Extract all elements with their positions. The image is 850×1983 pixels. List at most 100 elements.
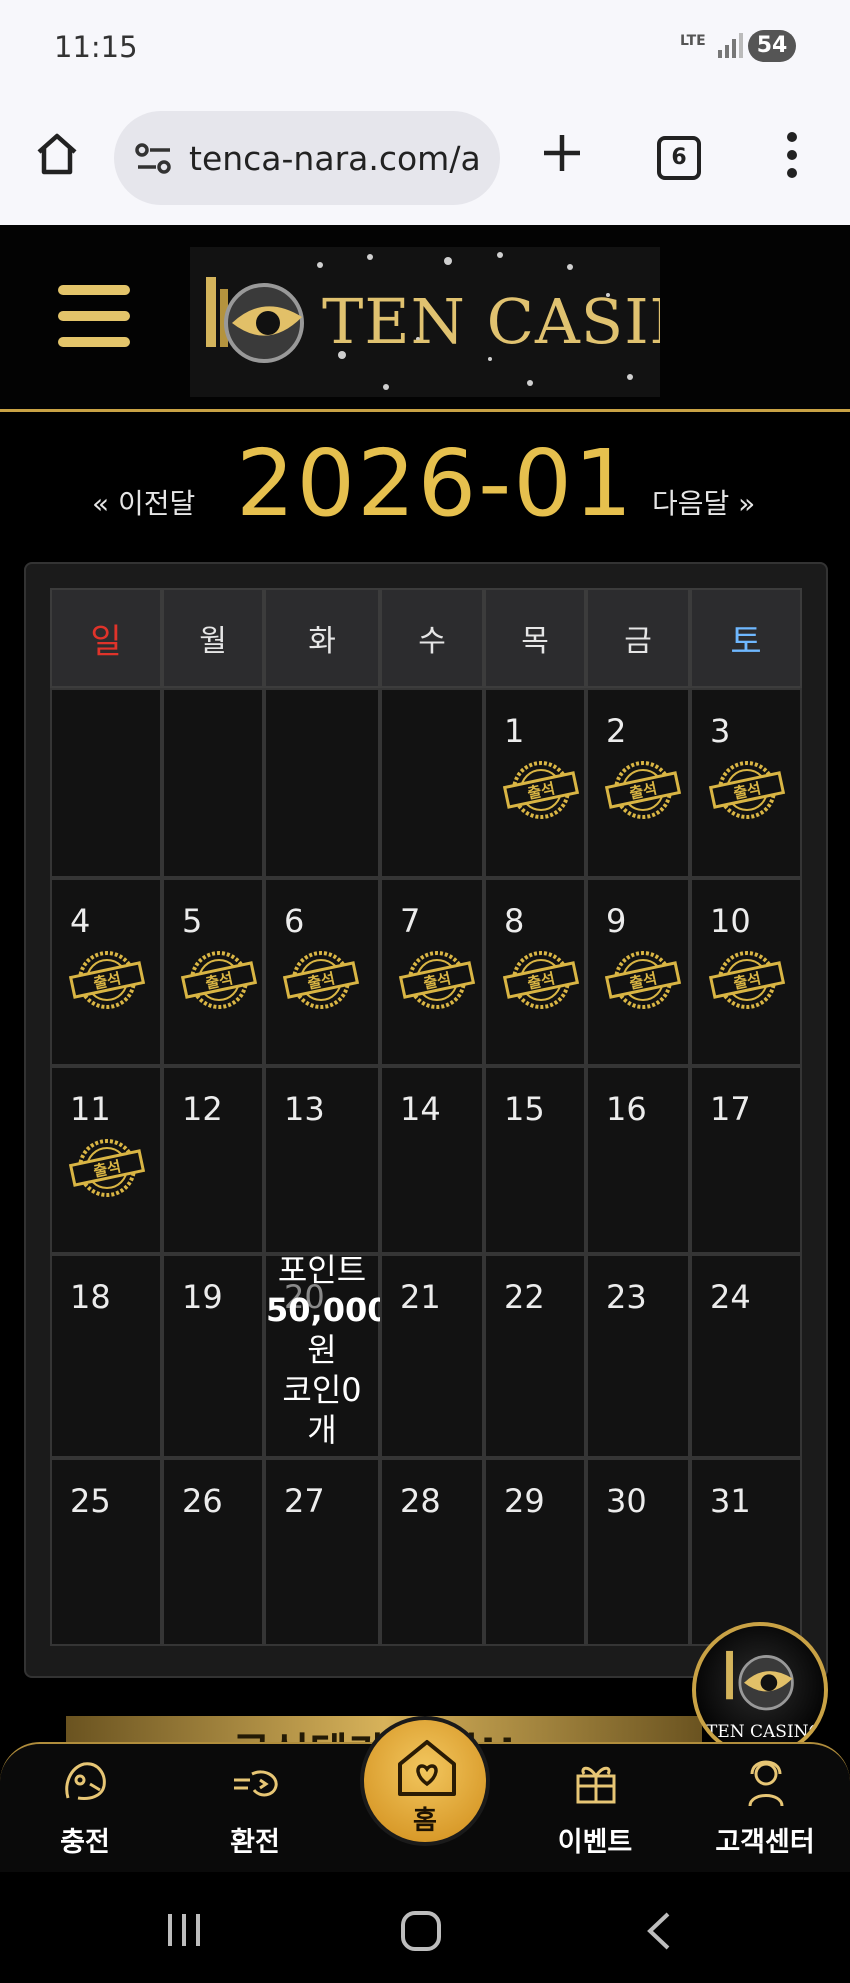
current-month: 2026-01	[236, 430, 635, 537]
address-bar[interactable]: tenca-nara.com/a	[114, 111, 500, 205]
attendance-stamp-icon: 출석	[604, 761, 682, 819]
hamburger-menu-icon[interactable]	[58, 285, 130, 347]
calendar-day-cell[interactable]: 2 출석	[586, 688, 690, 878]
calendar-day-cell[interactable]: 30	[586, 1458, 690, 1646]
next-month-link[interactable]: 다음달 »	[652, 482, 755, 522]
day-number: 21	[400, 1278, 441, 1316]
day-number: 22	[504, 1278, 545, 1316]
home-system-icon[interactable]	[400, 1910, 442, 1952]
nav-event[interactable]: 이벤트	[530, 1744, 660, 1874]
attendance-stamp-icon: 출석	[282, 951, 360, 1009]
nav-support-label: 고객센터	[715, 1827, 815, 1858]
calendar-day-cell[interactable]: 31	[690, 1458, 802, 1646]
calendar-day-cell[interactable]: 18	[50, 1254, 162, 1458]
attendance-stamp-icon: 출석	[708, 761, 786, 819]
nav-charge[interactable]: 충전	[20, 1744, 150, 1874]
attendance-stamp-icon: 출석	[502, 951, 580, 1009]
day-number: 26	[182, 1482, 223, 1520]
nav-event-label: 이벤트	[557, 1827, 633, 1858]
calendar-day-cell[interactable]: 13	[264, 1066, 380, 1254]
calendar-day-cell[interactable]: 25	[50, 1458, 162, 1646]
status-bar: 11:15 LTE 54	[0, 0, 850, 95]
nav-home[interactable]: 홈	[360, 1716, 490, 1846]
nav-home-label: 홈	[413, 1806, 437, 1836]
day-number: 9	[606, 902, 627, 940]
day-number: 4	[70, 902, 91, 940]
calendar-day-cell[interactable]: 21	[380, 1254, 484, 1458]
site-settings-icon[interactable]	[134, 141, 174, 177]
attendance-stamp-icon: 출석	[180, 951, 258, 1009]
signal-icon	[718, 33, 743, 58]
recent-apps-icon[interactable]	[164, 1912, 204, 1948]
calendar-empty-cell	[162, 688, 264, 878]
calendar-day-cell[interactable]: 8 출석	[484, 878, 586, 1066]
calendar-day-cell[interactable]: 10 출석	[690, 878, 802, 1066]
calendar-day-cell[interactable]: 19	[162, 1254, 264, 1458]
attendance-stamp-icon: 출석	[604, 951, 682, 1009]
calendar-day-cell[interactable]: 9 출석	[586, 878, 690, 1066]
calendar-day-cell[interactable]: 26	[162, 1458, 264, 1646]
site-logo[interactable]: TEN CASINO	[190, 247, 660, 397]
calendar-day-cell[interactable]: 1 출석	[484, 688, 586, 878]
day-number: 31	[710, 1482, 751, 1520]
calendar-day-cell[interactable]: 11 출석	[50, 1066, 162, 1254]
day-reward-info: 포인트 50,000 원 코인0 개	[266, 1250, 389, 1450]
network-indicator: LTE	[680, 33, 706, 49]
month-navigation: « 이전달 2026-01 다음달 »	[0, 410, 850, 550]
calendar-day-cell[interactable]: 15	[484, 1066, 586, 1254]
nav-exchange[interactable]: 환전	[190, 1744, 320, 1874]
logo-emblem-icon	[726, 1650, 794, 1711]
calendar-day-cell[interactable]: 6 출석	[264, 878, 380, 1066]
calendar-empty-cell	[380, 688, 484, 878]
calendar-day-cell[interactable]: 16	[586, 1066, 690, 1254]
home-icon[interactable]	[26, 123, 88, 185]
day-number: 29	[504, 1482, 545, 1520]
day-number: 14	[400, 1090, 441, 1128]
calendar-day-cell[interactable]: 4 출석	[50, 878, 162, 1066]
calendar-day-cell[interactable]: 23	[586, 1254, 690, 1458]
day-number: 16	[606, 1090, 647, 1128]
calendar-day-cell[interactable]: 12	[162, 1066, 264, 1254]
day-number: 12	[182, 1090, 223, 1128]
logo-text: TEN CASINO	[322, 285, 660, 358]
attendance-stamp-icon: 출석	[68, 951, 146, 1009]
calendar-day-cell[interactable]: 29	[484, 1458, 586, 1646]
attendance-stamp-icon: 출석	[398, 951, 476, 1009]
url-text: tenca-nara.com/a	[189, 139, 481, 178]
attendance-stamp-icon: 출석	[708, 951, 786, 1009]
more-menu-icon[interactable]	[770, 125, 814, 185]
calendar-day-cell[interactable]: 17	[690, 1066, 802, 1254]
exchange-icon	[234, 1770, 278, 1797]
floating-logo-text: TEN CASINO	[706, 1722, 823, 1742]
calendar-day-cell[interactable]: 3 출석	[690, 688, 802, 878]
nav-support[interactable]: 고객센터	[700, 1744, 830, 1874]
calendar-day-cell[interactable]: 7 출석	[380, 878, 484, 1066]
day-number: 11	[70, 1090, 111, 1128]
calendar-day-cell[interactable]: 14	[380, 1066, 484, 1254]
calendar-day-cell[interactable]: 24	[690, 1254, 802, 1458]
calendar-day-cell[interactable]: 20 포인트 50,000 원 코인0 개	[264, 1251, 389, 1458]
day-number: 10	[710, 902, 751, 940]
browser-toolbar: tenca-nara.com/a 6	[0, 95, 850, 225]
floating-logo-button[interactable]: TEN CASINO	[692, 1622, 828, 1758]
calendar-day-cell[interactable]: 27	[264, 1458, 380, 1646]
new-tab-icon[interactable]	[532, 123, 592, 183]
nav-exchange-label: 환전	[230, 1827, 280, 1858]
reward-line: 원	[307, 1331, 337, 1369]
tab-switcher-button[interactable]: 6	[650, 129, 708, 187]
calendar-day-cell[interactable]: 22	[484, 1254, 586, 1458]
weekday-header: 일	[50, 588, 162, 688]
day-number: 18	[70, 1278, 111, 1316]
attendance-calendar: 일 월 화 수 목 금 토 1 출석 2 출석 3 출석 4 출석 5 출석 6 출석 7 출석 8 출석 9 출석 10 출석 11…	[24, 562, 828, 1678]
prev-month-link[interactable]: « 이전달	[92, 482, 195, 522]
day-number: 28	[400, 1482, 441, 1520]
day-number: 24	[710, 1278, 751, 1316]
day-number: 17	[710, 1090, 751, 1128]
calendar-day-cell[interactable]: 5 출석	[162, 878, 264, 1066]
day-number: 1	[504, 712, 525, 750]
day-number: 6	[284, 902, 305, 940]
tab-count: 6	[657, 136, 701, 180]
back-icon[interactable]	[644, 1910, 674, 1952]
day-number: 30	[606, 1482, 647, 1520]
calendar-day-cell[interactable]: 28	[380, 1458, 484, 1646]
